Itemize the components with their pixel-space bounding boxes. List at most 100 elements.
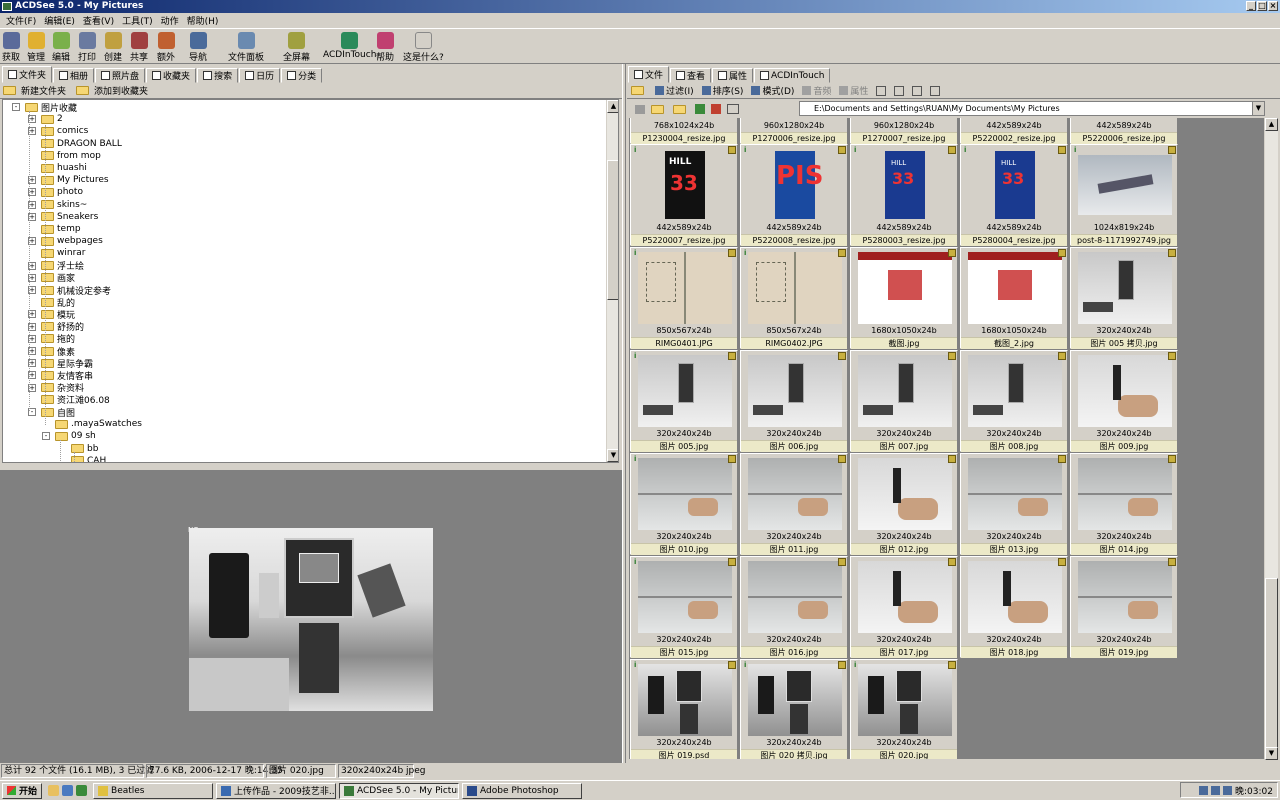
thumbnail-item[interactable]: 1680x1050x24b 截图_2.jpg <box>960 247 1068 349</box>
thumbnail-item[interactable]: 320x240x24b 图片 005 拷贝.jpg <box>1070 247 1178 349</box>
toolbar-button-12[interactable]: 这是什么? <box>403 32 444 63</box>
thumbnail-item[interactable]: 320x240x24b 图片 017.jpg <box>850 556 958 658</box>
folder-item[interactable]: Sneakers <box>41 211 98 223</box>
folder-item[interactable]: photo <box>41 186 83 198</box>
thumbnail-item[interactable]: i 850x567x24b RIMG0402.JPG <box>740 247 848 349</box>
thumbnail-item[interactable]: 320x240x24b 图片 008.jpg <box>960 350 1068 452</box>
action-filter[interactable]: 过滤(I) <box>655 84 694 97</box>
left-tab[interactable]: 相册 <box>53 68 95 83</box>
folder-item[interactable]: bb <box>71 443 98 455</box>
stop-icon[interactable] <box>711 104 721 114</box>
left-tab[interactable]: 照片盘 <box>95 68 146 83</box>
thumbnail-item[interactable]: i 320x240x24b 图片 019.psd <box>630 659 738 759</box>
taskbar-button[interactable]: 上传作品 - 2009技艺非... <box>216 782 337 799</box>
thumbnail-item[interactable]: 320x240x24b 图片 018.jpg <box>960 556 1068 658</box>
thumbnail-item[interactable]: HILL 33 i 442x589x24b P5220007_resize.jpg <box>630 144 738 246</box>
folder-item[interactable]: temp <box>41 223 81 235</box>
toolbar-button-4[interactable]: 创建 <box>104 32 122 63</box>
thumbnail-item[interactable]: 768x1024x24b P1230004_resize.jpg <box>630 118 738 144</box>
thumbnail-item[interactable]: 320x240x24b 图片 019.jpg <box>1070 556 1178 658</box>
thumbnail-item[interactable]: 320x240x24b 图片 013.jpg <box>960 453 1068 555</box>
toolbar-button-5[interactable]: 共享 <box>130 32 148 63</box>
start-button[interactable]: 开始 <box>2 782 43 799</box>
menu-item[interactable]: 动作 <box>157 14 183 27</box>
desktop-icon[interactable] <box>76 785 88 796</box>
folder-item[interactable]: comics <box>41 125 88 137</box>
menu-item[interactable]: 工具(T) <box>118 14 157 27</box>
folder-item[interactable]: 自图 <box>41 406 75 419</box>
folder-item[interactable]: 浮士绘 <box>41 260 84 272</box>
taskbar-button[interactable]: Adobe Photoshop <box>462 782 583 799</box>
thumbnail-item[interactable]: PIS i 442x589x24b P5220008_resize.jpg <box>740 144 848 246</box>
view-mode-icon[interactable] <box>727 104 739 114</box>
folder-item[interactable]: huashi <box>41 162 87 174</box>
folder-item[interactable]: DRAGON BALL <box>41 138 122 150</box>
clock[interactable]: 晚:03:02 <box>1235 784 1273 797</box>
folder-tree[interactable]: ▲ ▼ - 图片收藏 +2 + comics DRAGON BALL from mop hua… <box>2 99 619 463</box>
up-folder-icon[interactable] <box>651 104 664 114</box>
toolbar-button-7[interactable]: 导航 <box>189 32 207 63</box>
scroll-up-button[interactable]: ▲ <box>607 100 618 113</box>
folder-item[interactable]: 画家 <box>41 272 75 284</box>
folder-item[interactable]: 2 <box>41 113 63 125</box>
thumbnail-item[interactable]: 320x240x24b 图片 012.jpg <box>850 453 958 555</box>
toolbar-button-3[interactable]: 打印 <box>78 32 96 63</box>
taskbar-button[interactable]: Beatles <box>93 782 214 799</box>
folder-item[interactable]: 星际争霸 <box>41 357 93 370</box>
network-icon[interactable] <box>1199 785 1209 795</box>
scroll-thumb[interactable] <box>607 160 618 300</box>
action-properties[interactable]: 属性 <box>839 84 868 97</box>
scroll-up-button[interactable]: ▲ <box>1265 118 1278 131</box>
thumbnail-item[interactable]: i 1024x819x24b post-8-1171992749.jpg <box>1070 144 1178 246</box>
action-mode[interactable]: 模式(D) <box>751 84 794 97</box>
right-tab[interactable]: 查看 <box>670 68 712 83</box>
close-button[interactable]: × <box>1268 1 1278 11</box>
volume-icon[interactable] <box>1211 785 1221 795</box>
toolbar-button-8[interactable]: 文件面板 <box>228 32 264 63</box>
action-sort[interactable]: 排序(S) <box>701 84 743 97</box>
toolbar-button-9[interactable]: 全屏幕 <box>283 32 310 63</box>
toolbar-button-11[interactable]: 帮助 <box>376 32 394 63</box>
left-tab[interactable]: 文件夹 <box>2 66 53 83</box>
toolbar-button-1[interactable]: 管理 <box>27 32 45 63</box>
add-favorite-button[interactable]: 添加到收藏夹 <box>76 84 148 97</box>
folder-item[interactable]: 杂资料 <box>41 382 84 394</box>
left-tab[interactable]: 分类 <box>281 68 323 83</box>
left-tab[interactable]: 收藏夹 <box>146 68 197 83</box>
parent-folder-icon[interactable] <box>673 104 686 114</box>
thumbnail-item[interactable]: 1680x1050x24b 截图.jpg <box>850 247 958 349</box>
rename-icon[interactable] <box>930 85 941 96</box>
thumbnail-item[interactable]: i 320x240x24b 图片 020.jpg <box>850 659 958 759</box>
path-dropdown-arrow[interactable]: ▼ <box>1252 102 1264 115</box>
left-tab[interactable]: 日历 <box>239 68 281 83</box>
scroll-thumb[interactable] <box>1265 578 1278 748</box>
back-icon[interactable] <box>635 104 645 114</box>
pane-splitter[interactable] <box>622 64 626 763</box>
expand-toggle[interactable]: - <box>12 103 20 111</box>
folder-icon[interactable] <box>631 86 644 95</box>
folder-item[interactable]: skins~ <box>41 199 87 211</box>
toolbar-button-0[interactable]: 获取 <box>2 32 20 63</box>
right-tab[interactable]: 属性 <box>712 68 754 83</box>
refresh-icon[interactable] <box>695 104 705 114</box>
folder-item[interactable]: 模玩 <box>41 308 75 321</box>
folder-item[interactable]: winrar <box>41 247 85 259</box>
toolbar-button-6[interactable]: 额外 <box>157 32 175 63</box>
thumbnail-grid[interactable]: 768x1024x24b P1230004_resize.jpg 960x1280x… <box>629 118 1264 759</box>
folder-item[interactable]: 舒扬的 <box>41 321 84 333</box>
folder-item[interactable]: My Pictures <box>41 174 109 186</box>
thumbnail-item[interactable]: i 850x567x24b RIMG0401.JPG <box>630 247 738 349</box>
thumbnail-item[interactable]: 320x240x24b 图片 007.jpg <box>850 350 958 452</box>
paste-icon[interactable] <box>894 85 905 96</box>
taskbar-button[interactable]: ACDSee 5.0 - My Pictures <box>339 782 460 799</box>
path-combo[interactable]: E:\Documents and Settings\RUAN\My Docume… <box>799 101 1265 116</box>
folder-item[interactable]: 像素 <box>41 345 75 358</box>
folder-tree-scrollbar[interactable]: ▲ ▼ <box>606 100 618 462</box>
tray-app-icon[interactable] <box>1223 785 1233 795</box>
left-tab[interactable]: 搜索 <box>197 68 239 83</box>
folder-item[interactable]: 机械设定参考 <box>41 284 111 297</box>
thumbnail-item[interactable]: 442x589x24b P5220006_resize.jpg <box>1070 118 1178 144</box>
thumbnail-item[interactable]: 320x240x24b 图片 016.jpg <box>740 556 848 658</box>
folder-item[interactable]: 拖的 <box>41 333 75 345</box>
thumbnail-item[interactable]: 320x240x24b 图片 011.jpg <box>740 453 848 555</box>
